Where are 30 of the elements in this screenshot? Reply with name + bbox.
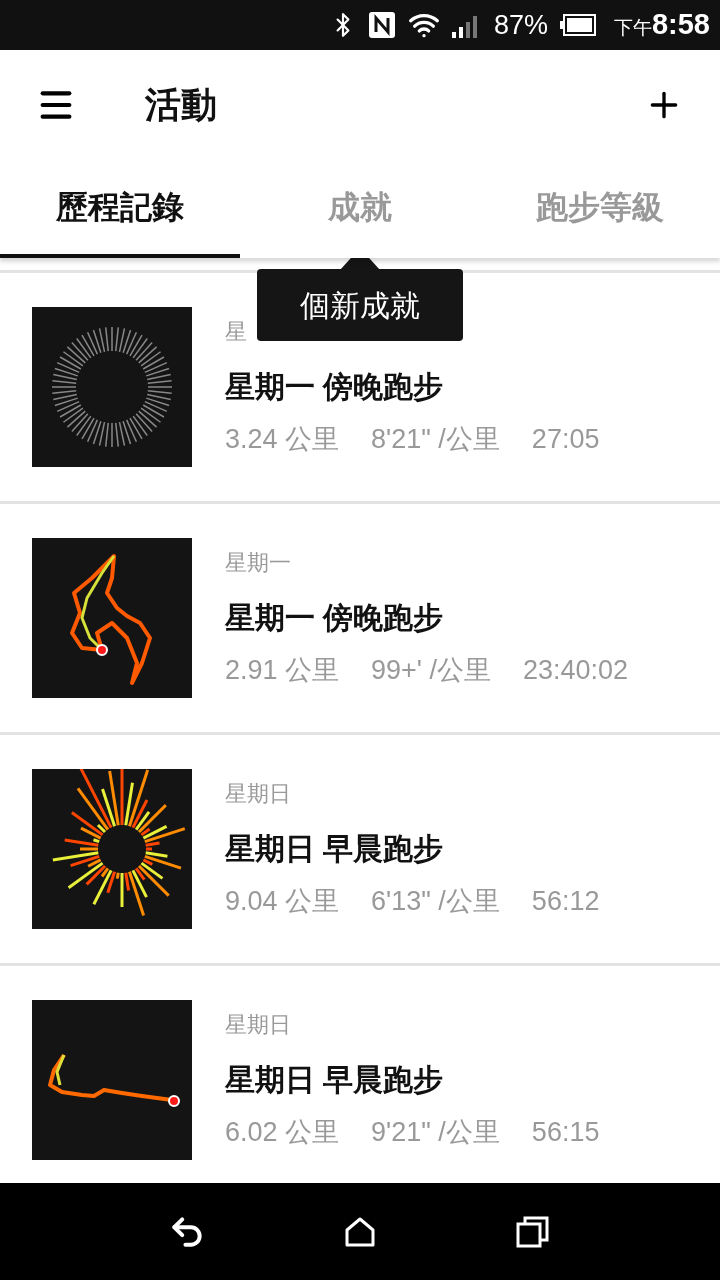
distance-text: 6.02 公里 <box>225 1116 340 1149</box>
day-label: 星期一 <box>225 549 291 577</box>
clock-time: 8:58 <box>651 7 710 43</box>
duration-text: 56:12 <box>531 885 600 918</box>
distance-text: 2.91 公里 <box>225 654 340 687</box>
distance-text: 9.04 公里 <box>225 885 340 918</box>
activity-title: 星期一 傍晚跑步 <box>225 600 445 636</box>
duration-text: 23:40:02 <box>523 654 629 687</box>
recents-icon <box>516 1214 551 1249</box>
pace-text: 99+' /公里 <box>371 654 492 687</box>
activity-title: 星期一 傍晚跑步 <box>225 369 445 405</box>
pace-text: 6'13" /公里 <box>371 885 500 918</box>
day-label: 星期日 <box>225 1011 291 1039</box>
duration-text: 56:15 <box>531 1116 600 1149</box>
duration-text: 27:05 <box>531 423 600 456</box>
home-icon <box>344 1215 376 1248</box>
tab[interactable]: 成就 <box>240 160 480 258</box>
day-label: 星期日 <box>225 780 291 808</box>
day-label: 星 <box>225 318 247 346</box>
activity-title: 星期日 早晨跑步 <box>225 1062 445 1098</box>
battery-percent: 87% <box>493 8 548 42</box>
tab[interactable]: 跑步等級 <box>480 160 720 258</box>
pace-text: 9'21" /公里 <box>371 1116 500 1149</box>
page-title: 活動 <box>145 83 217 127</box>
nfc-icon <box>367 11 396 39</box>
activity-title: 星期日 早晨跑步 <box>225 831 445 867</box>
battery-icon <box>559 14 596 36</box>
distance-text: 3.24 公里 <box>225 423 340 456</box>
pace-text: 8'21" /公里 <box>371 423 500 456</box>
ampm-label: 下午 <box>613 17 652 41</box>
